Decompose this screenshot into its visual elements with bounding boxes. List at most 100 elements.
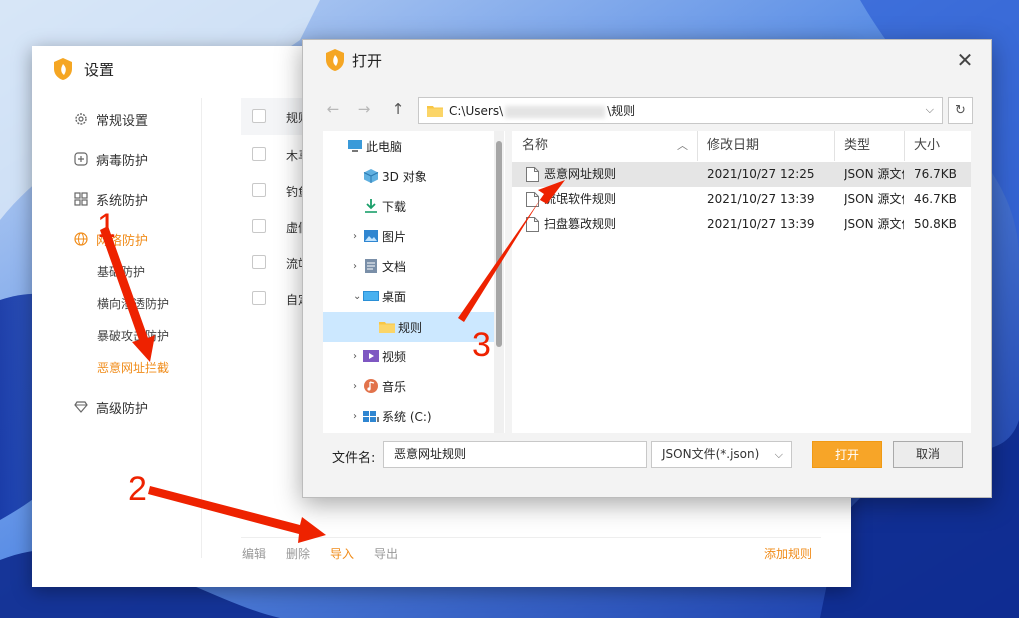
tree-item-music[interactable]: › 音乐 xyxy=(353,371,407,401)
chevron-down-icon[interactable]: ⌄ xyxy=(353,291,361,302)
open-button[interactable]: 打开 xyxy=(812,441,882,468)
nav-item-advanced[interactable]: 高级防护 xyxy=(74,396,148,418)
open-file-dialog: 打开 ✕ ← → ↑ C:\Users\ \规则 ⌵ ↻ 此电脑 3D 对象 下载… xyxy=(302,39,992,498)
filename-input[interactable]: 恶意网址规则 xyxy=(383,441,647,468)
globe-icon xyxy=(74,232,88,246)
subnav-basic[interactable]: 基础防护 xyxy=(97,263,145,280)
file-icon xyxy=(526,217,539,232)
rule-checkbox[interactable] xyxy=(252,291,266,305)
nav-item-label: 高级防护 xyxy=(96,401,149,417)
tree-item-label: 文档 xyxy=(382,259,407,274)
file-date: 2021/10/27 13:39 xyxy=(707,192,815,206)
tree-item-label: 系统 (C:) xyxy=(382,409,432,424)
file-name: 扫盘篡改规则 xyxy=(544,217,617,231)
rule-checkbox[interactable] xyxy=(252,255,266,269)
file-date: 2021/10/27 12:25 xyxy=(707,167,815,181)
nav-divider xyxy=(201,98,202,558)
cube-icon xyxy=(363,169,379,183)
nav-item-label: 常规设置 xyxy=(96,113,149,129)
column-header-date[interactable]: 修改日期 xyxy=(707,131,759,161)
tree-item-3d[interactable]: 3D 对象 xyxy=(363,161,427,191)
edit-button[interactable]: 编辑 xyxy=(242,545,266,562)
file-size: 50.8KB xyxy=(914,217,957,231)
file-type: JSON 源文件 xyxy=(844,192,904,206)
tree-scrollbar[interactable] xyxy=(494,131,504,433)
chevron-down-icon: ⌵ xyxy=(774,448,783,461)
chevron-right-icon[interactable]: › xyxy=(353,231,357,242)
tree-item-pictures[interactable]: › 图片 xyxy=(353,221,406,251)
forward-arrow-icon[interactable]: → xyxy=(354,100,374,118)
shield-flame-logo-icon xyxy=(326,49,344,71)
desktop-icon xyxy=(363,291,379,301)
chevron-right-icon[interactable]: › xyxy=(353,351,357,362)
refresh-icon[interactable]: ↻ xyxy=(948,97,973,124)
tree-item-downloads[interactable]: 下载 xyxy=(363,191,406,221)
tree-item-desktop[interactable]: ⌄ 桌面 xyxy=(353,281,407,311)
import-button[interactable]: 导入 xyxy=(330,545,354,562)
computer-icon xyxy=(348,140,362,152)
step-number-2: 2 xyxy=(128,470,147,508)
dialog-title: 打开 xyxy=(352,52,383,70)
subnav-bruteforce[interactable]: 暴破攻击防护 xyxy=(97,327,169,344)
chevron-right-icon[interactable]: › xyxy=(353,381,357,392)
tree-item-label: 3D 对象 xyxy=(382,169,427,184)
tree-item-label: 音乐 xyxy=(382,379,407,394)
column-divider[interactable] xyxy=(834,131,835,161)
nav-item-virus[interactable]: 病毒防护 xyxy=(74,148,148,170)
sort-up-icon[interactable]: ︿ xyxy=(677,131,688,161)
column-header-type[interactable]: 类型 xyxy=(844,131,870,161)
rule-checkbox[interactable] xyxy=(252,219,266,233)
step-number-1: 1 xyxy=(97,207,116,245)
rule-checkbox[interactable] xyxy=(252,183,266,197)
file-row[interactable]: 扫盘篡改规则 2021/10/27 13:39 JSON 源文件 50.8KB xyxy=(512,212,971,237)
address-bar[interactable]: C:\Users\ \规则 ⌵ xyxy=(418,97,943,124)
chevron-right-icon[interactable]: › xyxy=(353,261,357,272)
document-icon xyxy=(365,259,377,273)
filetype-select[interactable]: JSON文件(*.json) ⌵ xyxy=(651,441,792,468)
settings-title: 设置 xyxy=(84,61,115,79)
close-icon[interactable]: ✕ xyxy=(955,48,975,72)
column-divider[interactable] xyxy=(697,131,698,161)
tree-item-this-pc[interactable]: 此电脑 xyxy=(347,131,402,161)
file-type: JSON 源文件 xyxy=(844,167,904,181)
file-list: 名称 ︿ 修改日期 类型 大小 恶意网址规则 2021/10/27 12:25 … xyxy=(512,131,971,433)
file-row[interactable]: 流氓软件规则 2021/10/27 13:39 JSON 源文件 46.7KB xyxy=(512,187,971,212)
file-size: 46.7KB xyxy=(914,192,957,206)
back-arrow-icon[interactable]: ← xyxy=(323,100,343,118)
file-row[interactable]: 恶意网址规则 2021/10/27 12:25 JSON 源文件 76.7KB xyxy=(512,162,971,187)
add-rule-button[interactable]: 添加规则 xyxy=(764,545,812,562)
column-header-name[interactable]: 名称 xyxy=(522,131,548,161)
select-all-checkbox[interactable] xyxy=(252,109,266,123)
nav-item-label: 病毒防护 xyxy=(96,153,149,169)
file-name: 恶意网址规则 xyxy=(544,167,617,181)
tree-item-videos[interactable]: › 视频 xyxy=(353,341,406,371)
shield-flame-logo-icon xyxy=(54,58,72,80)
subnav-lateral[interactable]: 横向渗透防护 xyxy=(97,295,169,312)
scrollbar-thumb[interactable] xyxy=(496,141,502,347)
tree-item-label: 此电脑 xyxy=(366,139,403,154)
column-divider[interactable] xyxy=(904,131,905,161)
tree-item-documents[interactable]: › 文档 xyxy=(353,251,407,281)
tree-item-rules-folder[interactable]: 规则 xyxy=(379,312,422,342)
diamond-icon xyxy=(74,401,88,413)
rule-checkbox[interactable] xyxy=(252,147,266,161)
subnav-malicious-url[interactable]: 恶意网址拦截 xyxy=(97,359,169,376)
step-number-3: 3 xyxy=(472,326,491,364)
delete-button[interactable]: 删除 xyxy=(286,545,310,562)
bottom-divider xyxy=(241,537,821,538)
address-suffix: \规则 xyxy=(607,104,636,118)
up-arrow-icon[interactable]: ↑ xyxy=(388,100,408,118)
tree-item-drive-c[interactable]: › 系统 (C:) xyxy=(353,401,432,431)
tree-item-label: 桌面 xyxy=(382,289,407,304)
folder-icon xyxy=(379,322,395,333)
nav-item-general[interactable]: 常规设置 xyxy=(74,108,148,130)
cancel-button[interactable]: 取消 xyxy=(893,441,963,468)
filename-label: 文件名: xyxy=(332,451,376,466)
chevron-right-icon[interactable]: › xyxy=(353,411,357,422)
grid-icon xyxy=(74,192,88,206)
file-date: 2021/10/27 13:39 xyxy=(707,217,815,231)
column-header-size[interactable]: 大小 xyxy=(914,131,940,161)
chevron-down-icon[interactable]: ⌵ xyxy=(926,103,934,117)
export-button[interactable]: 导出 xyxy=(374,545,398,562)
drive-icon xyxy=(363,411,379,422)
